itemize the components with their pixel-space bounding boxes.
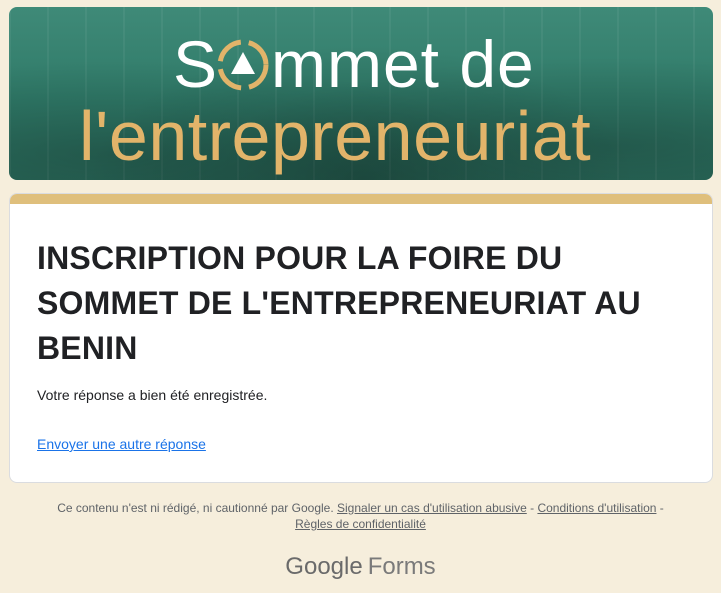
form-title: INSCRIPTION POUR LA FOIRE DU SOMMET DE L… xyxy=(37,240,641,366)
footer-disclaimer: Ce contenu n'est ni rédigé, ni cautionné… xyxy=(57,501,334,515)
report-abuse-link[interactable]: Signaler un cas d'utilisation abusive xyxy=(337,501,527,515)
footer-separator: - xyxy=(526,501,538,515)
banner-line1-s: S xyxy=(173,27,218,101)
page: S mmet de l'entrepreneuriat INSCRIPTION … xyxy=(0,0,721,593)
footer-separator: - xyxy=(656,501,664,515)
header-banner: S mmet de l'entrepreneuriat xyxy=(9,7,713,180)
terms-link[interactable]: Conditions d'utilisation xyxy=(537,501,656,515)
google-wordmark: Google xyxy=(285,553,363,580)
banner-line2: l'entrepreneuriat xyxy=(79,97,591,175)
banner-logo: S mmet de l'entrepreneuriat xyxy=(79,27,591,175)
confirmation-card: INSCRIPTION POUR LA FOIRE DU SOMMET DE L… xyxy=(9,193,713,483)
footer: Ce contenu n'est ni rédigé, ni cautionné… xyxy=(20,500,701,532)
confirmation-message: Votre réponse a bien été enregistrée. xyxy=(37,387,268,403)
submit-another-response-link[interactable]: Envoyer une autre réponse xyxy=(37,436,206,452)
google-forms-logo[interactable]: Google Forms xyxy=(0,553,721,581)
banner-line1-rest: mmet de xyxy=(271,27,535,101)
forms-wordmark: Forms xyxy=(367,553,436,580)
card-accent-bar xyxy=(10,194,712,204)
triangle-circle-arrows-icon xyxy=(217,39,269,91)
privacy-link[interactable]: Règles de confidentialité xyxy=(295,517,426,531)
